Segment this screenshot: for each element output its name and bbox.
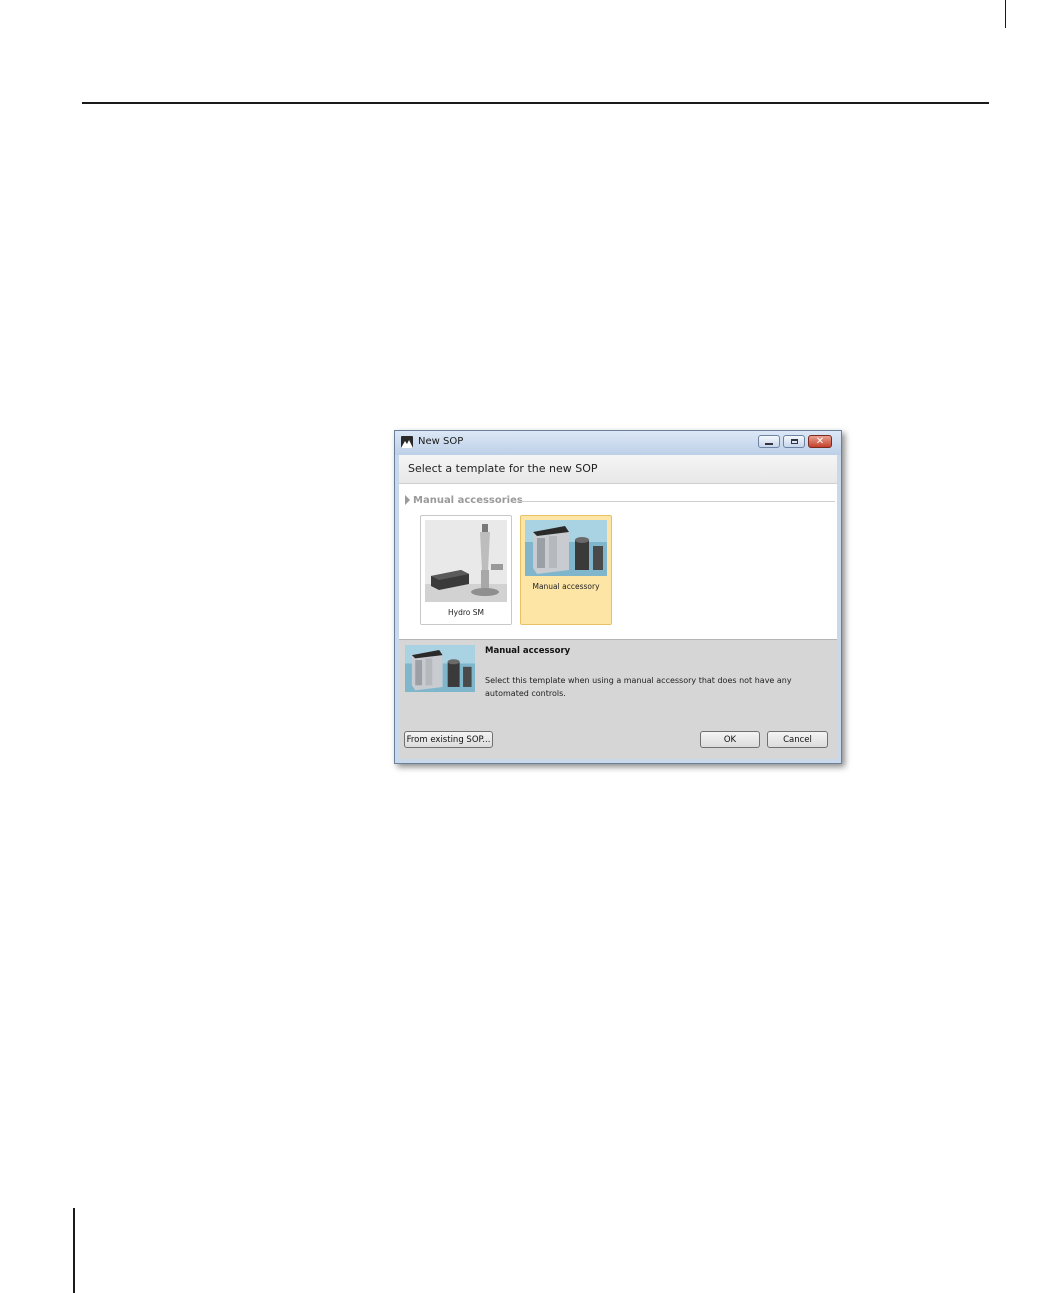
close-button[interactable]: ✕: [808, 435, 832, 448]
page-margin-bar: [73, 1208, 75, 1293]
from-existing-sop-button[interactable]: From existing SOP...: [404, 731, 493, 748]
template-tile-hydro-sm[interactable]: Hydro SM: [420, 515, 512, 625]
template-label: Manual accessory: [532, 582, 600, 591]
dialog-header: Select a template for the new SOP: [399, 455, 837, 484]
window-title: New SOP: [418, 436, 464, 447]
header-instruction: Select a template for the new SOP: [408, 462, 598, 475]
crop-mark: [1005, 0, 1006, 28]
page-header-rule: [82, 102, 989, 104]
cancel-button[interactable]: Cancel: [767, 731, 828, 748]
manual-accessory-image: [525, 520, 607, 576]
template-list: Manual accessories Hydro SM Manual acces…: [399, 484, 837, 639]
description-text: Select this template when using a manual…: [485, 676, 792, 698]
template-label: Hydro SM: [448, 608, 484, 617]
hydro-sm-image: [425, 520, 507, 602]
minimize-icon: [765, 443, 773, 445]
new-sop-dialog: New SOP ✕ Select a template for the new …: [394, 430, 842, 764]
ok-button[interactable]: OK: [700, 731, 760, 748]
minimize-button[interactable]: [758, 435, 780, 448]
description-panel: Manual accessory Select this template wh…: [399, 639, 837, 759]
group-label[interactable]: Manual accessories: [413, 495, 523, 506]
manual-accessory-preview-image: [405, 645, 475, 692]
title-bar[interactable]: New SOP ✕: [395, 431, 841, 455]
mountain-app-icon: [401, 436, 413, 448]
close-icon: ✕: [815, 435, 825, 447]
maximize-icon: [790, 439, 798, 444]
description-title: Manual accessory: [485, 646, 571, 656]
maximize-button[interactable]: [783, 435, 805, 448]
group-divider: [517, 501, 835, 502]
template-tile-manual-accessory[interactable]: Manual accessory: [520, 515, 612, 625]
expand-arrow-icon[interactable]: [405, 495, 410, 505]
